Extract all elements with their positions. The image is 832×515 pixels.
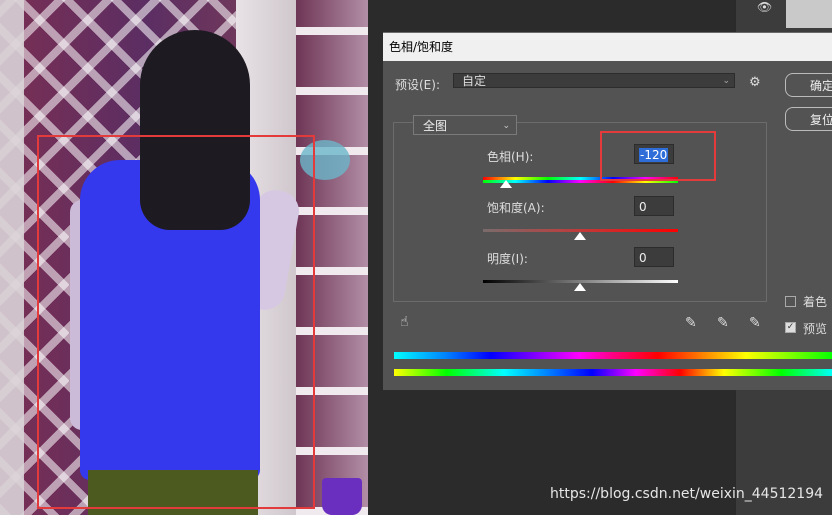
input-color-bar	[394, 352, 832, 359]
lightness-input[interactable]: 0	[634, 247, 674, 267]
annotation-box-hue	[600, 131, 716, 181]
photo-flower-pot	[322, 478, 362, 515]
saturation-label: 饱和度(A):	[487, 201, 545, 215]
saturation-slider-thumb[interactable]	[574, 232, 586, 240]
preset-value: 自定	[462, 74, 487, 88]
colorize-label: 着色	[803, 295, 828, 309]
canvas-photo	[0, 0, 368, 515]
layer-thumbnail[interactable]	[786, 0, 832, 28]
chevron-down-icon: ⌄	[502, 121, 510, 131]
photo-lattice-post	[0, 0, 24, 515]
eyedropper-icon[interactable]: ✎	[685, 315, 697, 331]
reset-button[interactable]: 复位	[785, 107, 832, 131]
dialog-title[interactable]: 色相/饱和度	[383, 33, 832, 61]
eyedropper-plus-icon[interactable]: ✎	[717, 315, 729, 331]
channel-dropdown[interactable]: 全图 ⌄	[413, 115, 517, 135]
ok-button[interactable]: 确定	[785, 73, 832, 97]
annotation-box-shirt	[37, 135, 315, 509]
eye-icon[interactable]: 👁	[757, 0, 777, 14]
colorize-checkbox[interactable]	[785, 296, 796, 307]
preview-checkbox[interactable]: ✓	[785, 322, 796, 333]
preset-label: 预设(E):	[395, 78, 440, 92]
saturation-input[interactable]: 0	[634, 196, 674, 216]
preset-dropdown[interactable]: 自定 ⌄	[453, 73, 735, 88]
lightness-label: 明度(I):	[487, 252, 528, 266]
channel-value: 全图	[423, 119, 448, 133]
watermark-url: https://blog.csdn.net/weixin_44512194	[550, 486, 824, 502]
output-color-bar	[394, 369, 832, 376]
chevron-down-icon: ⌄	[722, 76, 730, 86]
hue-label: 色相(H):	[487, 150, 534, 164]
preview-label: 预览	[803, 322, 828, 336]
eyedropper-minus-icon[interactable]: ✎	[749, 315, 761, 331]
hue-slider-thumb[interactable]	[500, 180, 512, 188]
hand-adjust-icon[interactable]: ☝	[400, 314, 409, 330]
lightness-slider-thumb[interactable]	[574, 283, 586, 291]
hue-saturation-dialog: 色相/饱和度 预设(E): 自定 ⌄ ⚙ 确定 复位 全图 ⌄ 色相(H): -…	[383, 32, 832, 390]
gear-icon[interactable]: ⚙	[749, 75, 761, 90]
